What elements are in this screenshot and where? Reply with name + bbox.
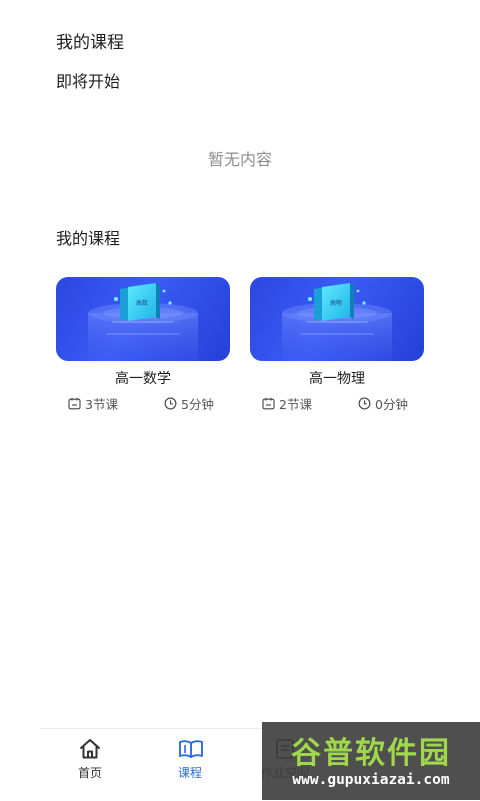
clock-icon (358, 397, 371, 410)
watermark-title: 谷普软件园 (291, 736, 451, 771)
lesson-count: 2节课 (279, 397, 312, 412)
tab-home[interactable]: 首页 (40, 729, 140, 801)
home-icon (78, 737, 102, 765)
upcoming-section-heading: 即将开始 (56, 72, 121, 91)
watermark-url: www.gupuxiazai.com (292, 772, 450, 788)
course-cover-badge: 高物 (330, 299, 342, 307)
empty-state-text: 暂无内容 (207, 150, 272, 169)
tab-course[interactable]: 课程 (140, 729, 240, 801)
course-card[interactable]: 高物 高一物理 2节课 0分钟 (250, 277, 424, 412)
my-courses-section-heading: 我的课程 (56, 229, 121, 248)
book-open-icon (178, 737, 204, 765)
course-cover-badge: 高数 (136, 299, 148, 307)
study-duration: 5分钟 (181, 397, 214, 412)
clock-icon (164, 397, 177, 410)
course-name: 高一数学 (115, 371, 171, 387)
calendar-icon (68, 397, 81, 410)
lesson-count: 3节课 (85, 397, 118, 412)
page-title: 我的课程 (56, 33, 124, 53)
course-cover-image: 高数 (56, 277, 230, 361)
calendar-icon (262, 397, 275, 410)
tab-home-label: 首页 (77, 766, 102, 780)
course-card[interactable]: 高数 高一数学 3节课 5分钟 (56, 277, 230, 412)
course-cover-image: 高物 (250, 277, 424, 361)
site-watermark: 谷普软件园 www.gupuxiazai.com (262, 722, 480, 800)
course-name: 高一物理 (309, 371, 365, 387)
study-duration: 0分钟 (375, 397, 408, 412)
tab-course-label: 课程 (177, 766, 202, 780)
